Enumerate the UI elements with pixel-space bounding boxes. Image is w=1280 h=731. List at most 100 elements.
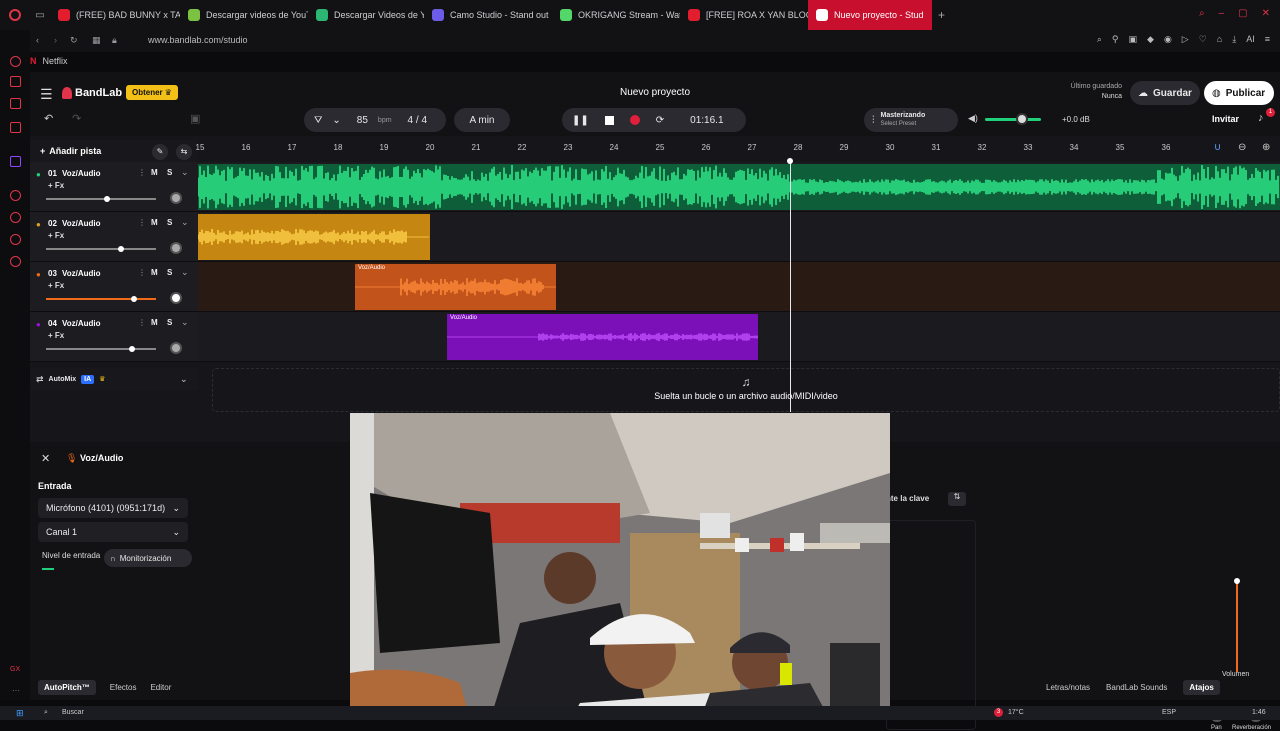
track-header[interactable]: ● 03 Voz/Audio + Fx ⋮ M S ⌄ [30, 262, 198, 312]
bpm-value[interactable]: 85 [357, 115, 368, 126]
add-track-button[interactable]: + Añadir pista [40, 146, 101, 156]
language-indicator[interactable]: ESP [1162, 709, 1176, 716]
key-selector[interactable]: A min [454, 108, 510, 132]
automix-chevron-icon[interactable]: ⌄ [180, 374, 188, 385]
menu-icon[interactable]: ≡ [1265, 34, 1270, 45]
track-header[interactable]: ● 04 Voz/Audio + Fx ⋮ M S ⌄ [30, 312, 198, 362]
track-more-icon[interactable]: ⋮ [138, 218, 146, 227]
browser-tab[interactable]: (FREE) BAD BUNNY x TAI [50, 0, 180, 30]
solo-button[interactable]: S [167, 168, 172, 177]
url-text[interactable]: www.bandlab.com/studio [148, 35, 248, 45]
magnet-icon[interactable]: ∪ [1214, 142, 1221, 153]
workspaces-icon[interactable]: ▭ [30, 0, 50, 30]
invite-button[interactable]: Invitar [1212, 114, 1239, 124]
playhead[interactable] [790, 160, 791, 412]
track-fx-button[interactable]: + Fx [48, 281, 64, 290]
track-volume-slider[interactable] [46, 348, 156, 350]
zoom-out-icon[interactable]: ⊖ [1238, 142, 1246, 153]
tab-lyrics[interactable]: Letras/notas [1046, 683, 1090, 692]
search-icon[interactable]: ⌕ [44, 709, 48, 717]
redo-icon[interactable]: ↷ [72, 112, 81, 125]
track-fx-button[interactable]: + Fx [48, 231, 64, 240]
track-volume-handle[interactable] [131, 296, 137, 302]
tab-effects[interactable]: Efectos [110, 683, 137, 692]
speaker-icon[interactable]: ◀) [968, 113, 978, 124]
track-name[interactable]: Voz/Audio [62, 219, 101, 228]
track-lane[interactable]: Voz/Audio [198, 312, 1280, 362]
edit-icon[interactable]: ✎ [152, 144, 168, 160]
mute-button[interactable]: M [151, 318, 158, 327]
new-tab-icon[interactable]: + [938, 8, 945, 22]
mute-button[interactable]: M [151, 168, 158, 177]
track-pan-knob[interactable] [170, 192, 182, 204]
publish-button[interactable]: ◍ Publicar [1204, 81, 1274, 105]
reload-icon[interactable]: ↻ [70, 35, 78, 46]
solo-button[interactable]: S [167, 318, 172, 327]
track-lane[interactable] [198, 212, 1280, 262]
track-name[interactable]: Voz/Audio [62, 319, 101, 328]
tab-editor[interactable]: Editor [150, 683, 171, 692]
solo-button[interactable]: S [167, 268, 172, 277]
metronome-icon[interactable]: ⛛ [314, 115, 322, 126]
close-panel-icon[interactable]: ✕ [41, 452, 50, 465]
solo-button[interactable]: S [167, 218, 172, 227]
weather-temp[interactable]: 17°C [1008, 709, 1024, 716]
volume-fader-handle[interactable] [1234, 578, 1240, 584]
track-more-icon[interactable]: ⋮ [138, 168, 146, 177]
tab-shortcuts[interactable]: Atajos [1183, 679, 1220, 695]
track-volume-slider[interactable] [46, 248, 156, 250]
input-device-select[interactable]: Micrófono (4101) (0951:171d) ⌄ [38, 498, 188, 518]
track-volume-handle[interactable] [117, 246, 124, 252]
sidebar-messenger-icon[interactable] [10, 76, 21, 87]
shield-icon[interactable]: ◆ [1147, 34, 1154, 45]
tools-icon[interactable]: ▣ [190, 112, 200, 125]
tabs-grid-icon[interactable]: ▦ [92, 35, 101, 46]
track-lane[interactable]: Voz/Audio [198, 262, 1280, 312]
tab-autopitch[interactable]: AutoPitch™ [38, 679, 96, 695]
bell-icon[interactable]: ♪ [1258, 112, 1264, 124]
windows-start-icon[interactable]: ⊞ [16, 708, 24, 719]
play-icon[interactable]: ▷ [1182, 34, 1189, 45]
track-pan-knob[interactable] [170, 292, 182, 304]
time-signature[interactable]: 4 / 4 [408, 115, 427, 126]
camera-icon[interactable]: ◉ [1164, 34, 1172, 45]
track-more-icon[interactable]: ⋮ [138, 318, 146, 327]
audio-clip[interactable] [198, 214, 430, 260]
forward-icon[interactable]: › [54, 35, 57, 45]
shuffle-icon[interactable]: ⇆ [176, 144, 192, 160]
shopping-icon[interactable]: ⌂ [1217, 34, 1222, 45]
sidebar-instagram-icon[interactable] [10, 98, 21, 109]
download-icon[interactable]: ⤓ [1232, 34, 1236, 45]
track-pan-knob[interactable] [170, 342, 182, 354]
sidebar-gx-icon[interactable]: GX [10, 666, 20, 673]
undo-icon[interactable]: ↶ [44, 112, 53, 125]
clock[interactable]: 1:46 [1252, 709, 1266, 716]
sidebar-extensions-icon[interactable] [10, 234, 21, 245]
zoom-in-icon[interactable]: ⊕ [1262, 142, 1270, 153]
back-icon[interactable]: ‹ [36, 35, 39, 45]
heart-icon[interactable]: ♡ [1199, 34, 1207, 45]
automix-row[interactable]: ⇄ AutoMix IA ♛ ⌄ [30, 368, 198, 390]
mute-button[interactable]: M [151, 268, 158, 277]
master-volume-handle[interactable] [1016, 113, 1028, 125]
mastering-button[interactable]: ⫶ Masterizando Select Preset [864, 108, 958, 132]
sidebar-history-icon[interactable] [10, 212, 21, 223]
sidebar-player-icon[interactable] [10, 190, 21, 201]
ai-icon[interactable]: AI [1246, 34, 1255, 45]
drop-zone[interactable]: ♫ Suelta un bucle o un archivo audio/MID… [212, 368, 1280, 412]
sidebar-settings-icon[interactable] [10, 256, 21, 267]
sidebar-mail-icon[interactable] [10, 122, 21, 133]
close-window-icon[interactable]: ✕ [1262, 8, 1270, 19]
track-volume-handle[interactable] [103, 196, 110, 202]
browser-tab[interactable]: OKRIGANG Stream - Wat [552, 0, 680, 30]
sidebar-more-icon[interactable]: ··· [12, 686, 20, 695]
monitor-button[interactable]: ∩ Monitorización [104, 549, 192, 567]
snapshot-icon[interactable]: ▣ [1129, 34, 1138, 45]
track-chevron-icon[interactable]: ⌄ [181, 317, 189, 328]
audio-clip[interactable] [198, 164, 1280, 210]
audio-clip[interactable]: Voz/Audio [355, 264, 556, 310]
search-tabs-icon[interactable]: ⌕ [1199, 8, 1205, 19]
tune-icon[interactable]: ⇅ [948, 492, 966, 506]
track-lane[interactable] [198, 162, 1280, 212]
browser-tab[interactable]: Descargar videos de YouT [180, 0, 308, 30]
